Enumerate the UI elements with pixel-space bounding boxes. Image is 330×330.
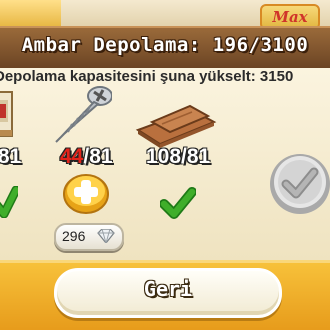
screw-icon [55,86,112,143]
check-icon [0,186,18,218]
back-button[interactable]: Geri [54,268,282,318]
back-button-label: Geri [143,277,193,301]
meter-fill [0,0,61,26]
item-count-deed: /81 [0,145,22,168]
buy-missing-button[interactable] [62,172,110,214]
confirm-upgrade-button[interactable] [268,152,330,216]
diamond-cost-chip[interactable]: 296 [54,223,124,251]
check-icon [160,187,196,219]
title-banner: Ambar Depolama: 196/3100 [0,26,330,70]
page-title: Ambar Depolama: 196/3100 [21,34,309,56]
deed-icon [0,91,13,137]
diamond-cost-value: 296 [62,228,86,244]
upgrade-storage-dialog: Max Ambar Depolama: 196/3100 Depolama ka… [0,0,330,330]
wood-planks-icon [135,104,217,148]
diamond-icon [97,229,115,243]
item-count-wood: 108/81 [146,145,211,168]
upgrade-subtitle: Depolama kapasitesini şuna yükselt: 3150 [0,68,294,85]
item-count-screw: 44/81 [60,145,113,168]
